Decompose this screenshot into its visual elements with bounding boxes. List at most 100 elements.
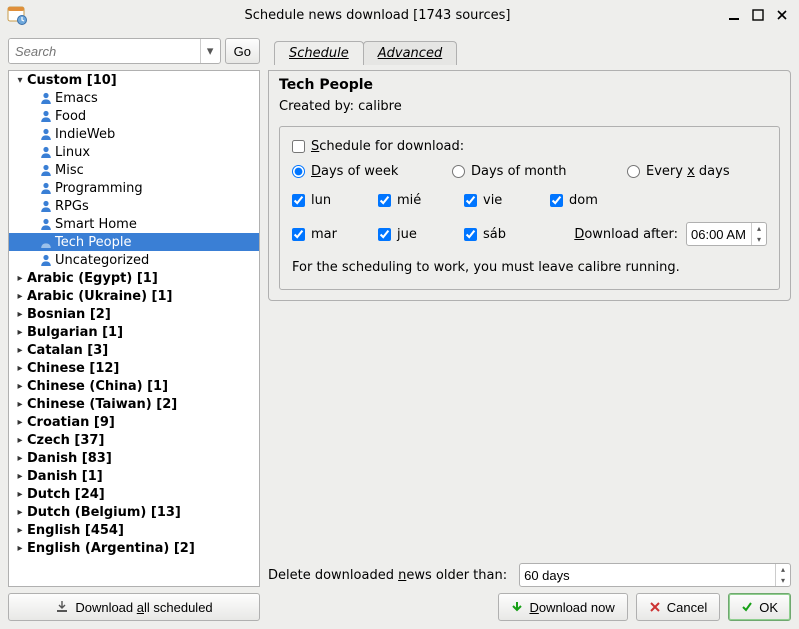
tree-group[interactable]: ▸Chinese (Taiwan) [2]: [9, 395, 259, 413]
tree-item[interactable]: Programming: [9, 179, 259, 197]
twist-right-icon: ▸: [13, 327, 27, 338]
created-by: Created by: calibre: [279, 99, 780, 114]
user-icon: [37, 235, 55, 249]
maximize-button[interactable]: [751, 8, 765, 22]
day-mie[interactable]: mié: [378, 193, 464, 208]
minimize-button[interactable]: [727, 8, 741, 22]
twist-right-icon: ▸: [13, 381, 27, 392]
cancel-button[interactable]: Cancel: [636, 593, 720, 621]
twist-right-icon: ▸: [13, 291, 27, 302]
twist-right-icon: ▸: [13, 273, 27, 284]
tree-item[interactable]: Linux: [9, 143, 259, 161]
tree-item[interactable]: RPGs: [9, 197, 259, 215]
tree-group[interactable]: ▸Croatian [9]: [9, 413, 259, 431]
day-lun[interactable]: lun: [292, 193, 378, 208]
download-all-button[interactable]: Download all scheduled: [8, 593, 260, 621]
twist-right-icon: ▸: [13, 435, 27, 446]
day-dom[interactable]: dom: [550, 193, 767, 208]
left-pane: ▾ Go ▾Custom [10]EmacsFoodIndieWebLinuxM…: [8, 38, 260, 621]
user-icon: [37, 253, 55, 267]
spin-down-icon[interactable]: ▾: [776, 575, 790, 586]
app-icon: [6, 4, 28, 26]
close-button[interactable]: [775, 8, 789, 22]
tree-item[interactable]: Smart Home: [9, 215, 259, 233]
delete-older-label: Delete downloaded news older than:: [268, 568, 507, 583]
tree-group[interactable]: ▸Dutch [24]: [9, 485, 259, 503]
download-after-row: Download after: ▴▾: [550, 222, 767, 246]
recipe-title: Tech People: [279, 77, 780, 93]
day-sab[interactable]: sáb: [464, 227, 550, 242]
chevron-down-icon[interactable]: ▾: [200, 39, 220, 63]
twist-right-icon: ▸: [13, 363, 27, 374]
tab-advanced[interactable]: Advanced: [363, 41, 457, 65]
days-grid: lun mié vie dom mar jue sáb Download aft…: [292, 193, 767, 246]
tree-item[interactable]: IndieWeb: [9, 125, 259, 143]
twist-right-icon: ▸: [13, 417, 27, 428]
day-jue[interactable]: jue: [378, 227, 464, 242]
search-input[interactable]: [9, 39, 200, 63]
tree-group[interactable]: ▸Dutch (Belgium) [13]: [9, 503, 259, 521]
spin-up-icon[interactable]: ▴: [776, 564, 790, 575]
tree-item[interactable]: Food: [9, 107, 259, 125]
tree-group[interactable]: ▸Chinese (China) [1]: [9, 377, 259, 395]
dialog-buttons: Download now Cancel OK: [268, 593, 791, 621]
download-after-input[interactable]: [687, 227, 751, 242]
search-combo[interactable]: ▾: [8, 38, 221, 64]
download-now-button[interactable]: Download now: [498, 593, 627, 621]
twist-right-icon: ▸: [13, 489, 27, 500]
spin-up-icon[interactable]: ▴: [752, 223, 766, 234]
tree-group[interactable]: ▸Bosnian [2]: [9, 305, 259, 323]
twist-right-icon: ▸: [13, 543, 27, 554]
schedule-mode-radios: Days of week Days of month Every x days: [292, 164, 767, 179]
tree-group[interactable]: ▸Arabic (Ukraine) [1]: [9, 287, 259, 305]
tab-schedule[interactable]: Schedule: [274, 41, 364, 65]
window-title: Schedule news download [1743 sources]: [28, 8, 727, 23]
spin-down-icon[interactable]: ▾: [752, 234, 766, 245]
twist-right-icon: ▸: [13, 453, 27, 464]
download-after-spin[interactable]: ▴▾: [686, 222, 767, 246]
tree-item[interactable]: Misc: [9, 161, 259, 179]
tree-group-custom[interactable]: ▾Custom [10]: [9, 71, 259, 89]
tree-item[interactable]: Emacs: [9, 89, 259, 107]
window-controls: [727, 8, 795, 22]
tree-group[interactable]: ▸Danish [83]: [9, 449, 259, 467]
titlebar: Schedule news download [1743 sources]: [0, 0, 799, 30]
mode-days-of-month[interactable]: Days of month: [452, 164, 627, 179]
tree-group[interactable]: ▸Catalan [3]: [9, 341, 259, 359]
tree-group[interactable]: ▸Czech [37]: [9, 431, 259, 449]
download-all-label: Download all scheduled: [75, 600, 212, 615]
day-vie[interactable]: vie: [464, 193, 550, 208]
schedule-note: For the scheduling to work, you must lea…: [292, 260, 767, 275]
delete-older-input[interactable]: [520, 568, 775, 583]
source-tree[interactable]: ▾Custom [10]EmacsFoodIndieWebLinuxMiscPr…: [8, 70, 260, 587]
tree-group[interactable]: ▸Danish [1]: [9, 467, 259, 485]
go-button[interactable]: Go: [225, 38, 260, 64]
tree-group[interactable]: ▸Arabic (Egypt) [1]: [9, 269, 259, 287]
tree-group[interactable]: ▸Bulgarian [1]: [9, 323, 259, 341]
cancel-icon: [649, 601, 661, 613]
twist-right-icon: ▸: [13, 399, 27, 410]
user-icon: [37, 217, 55, 231]
tree-item[interactable]: Tech People: [9, 233, 259, 251]
user-icon: [37, 91, 55, 105]
delete-older-spin[interactable]: ▴▾: [519, 563, 791, 587]
schedule-enable-checkbox[interactable]: Schedule for download:: [292, 139, 767, 154]
twist-right-icon: ▸: [13, 525, 27, 536]
ok-button[interactable]: OK: [728, 593, 791, 621]
tree-group[interactable]: ▸English [454]: [9, 521, 259, 539]
mode-every-x-days[interactable]: Every x days: [627, 164, 730, 179]
tree-group[interactable]: ▸English (Argentina) [2]: [9, 539, 259, 557]
tree-item[interactable]: Uncategorized: [9, 251, 259, 269]
ok-check-icon: [741, 601, 753, 613]
day-mar[interactable]: mar: [292, 227, 378, 242]
download-icon: [55, 600, 69, 614]
twist-right-icon: ▸: [13, 345, 27, 356]
schedule-tabpage: Tech People Created by: calibre Schedule…: [268, 70, 791, 301]
user-icon: [37, 145, 55, 159]
mode-days-of-week[interactable]: Days of week: [292, 164, 452, 179]
download-arrow-icon: [511, 601, 523, 613]
tabbar: Schedule Advanced: [268, 38, 791, 64]
tree-group[interactable]: ▸Chinese [12]: [9, 359, 259, 377]
download-after-label: Download after:: [574, 227, 678, 242]
delete-older-row: Delete downloaded news older than: ▴▾: [268, 563, 791, 587]
